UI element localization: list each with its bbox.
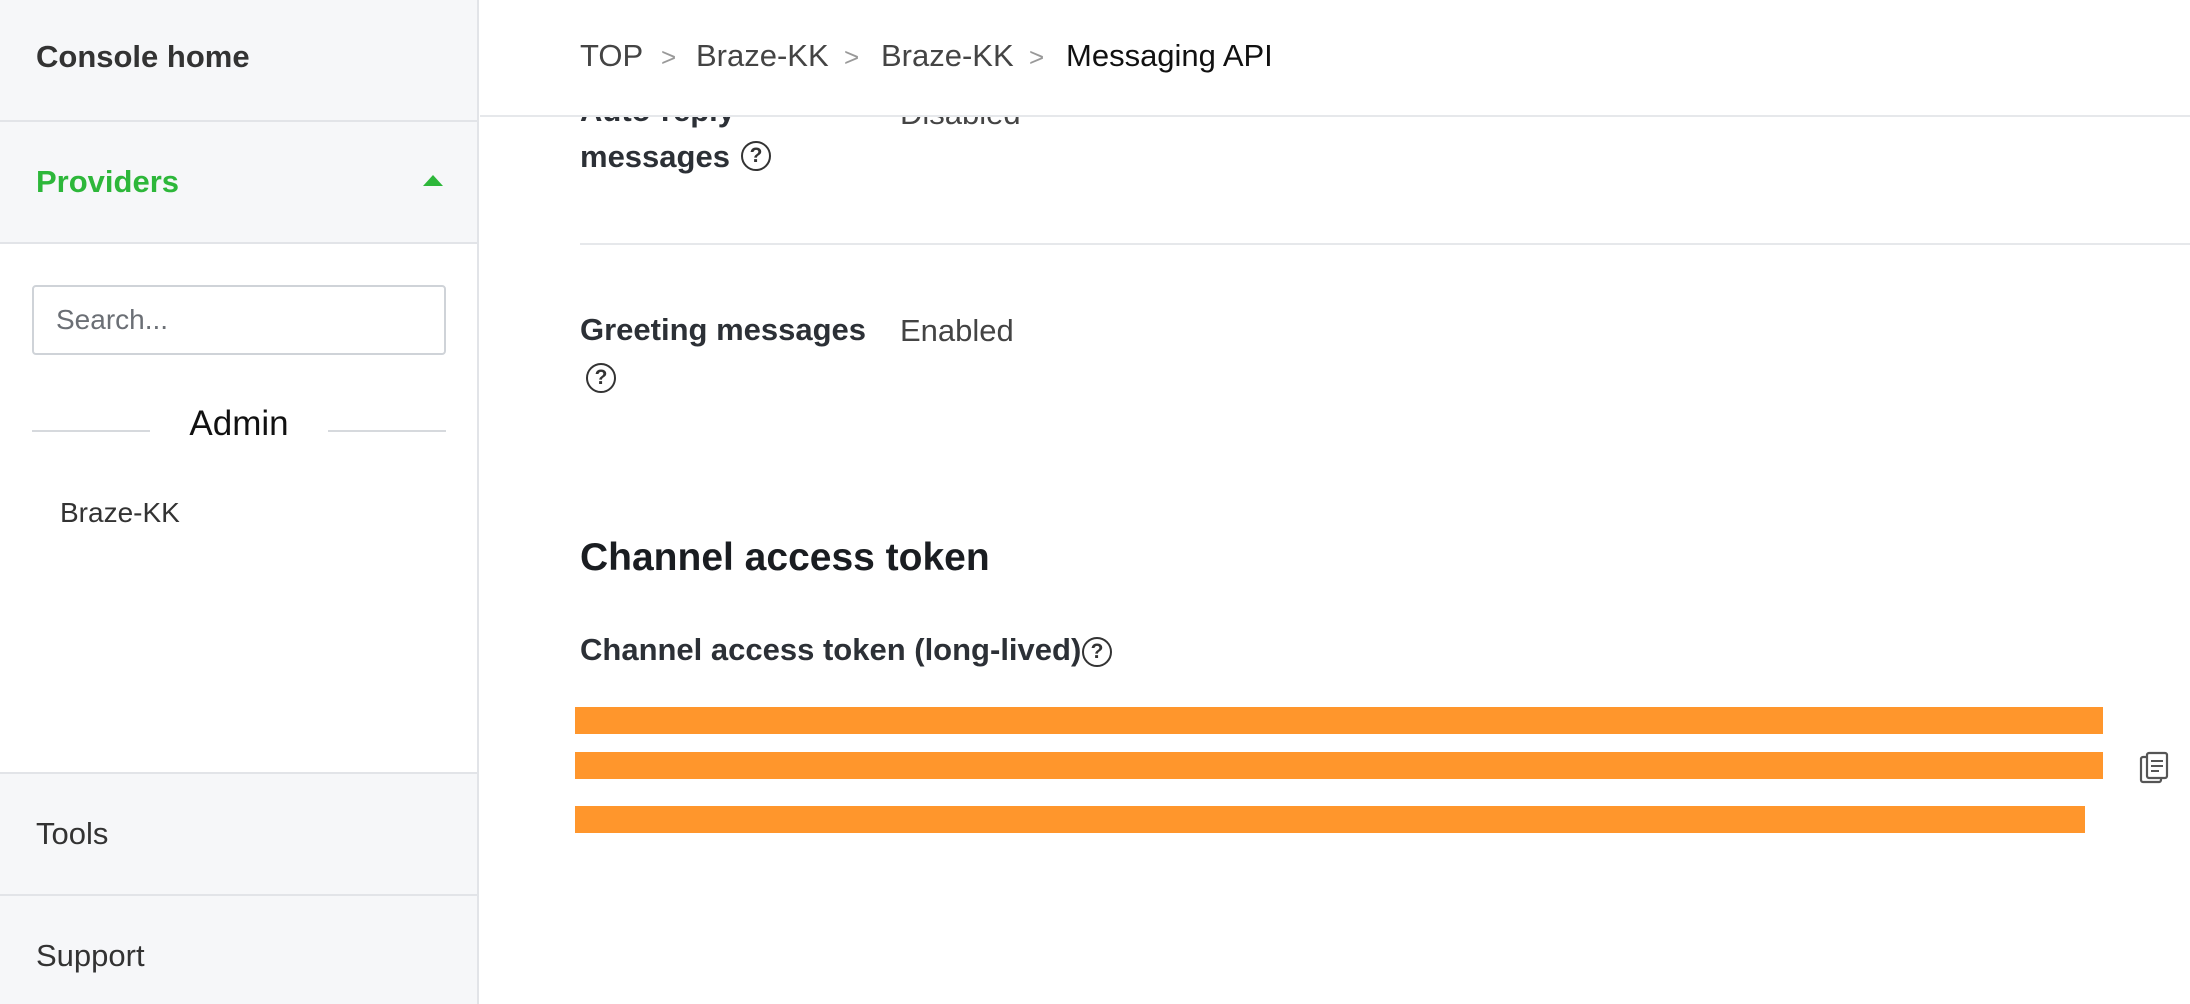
channel-access-token-label: Channel access token (long-lived) (580, 632, 1082, 667)
providers-toggle[interactable]: Providers (0, 122, 477, 244)
breadcrumb-channel[interactable]: Braze-KK (881, 38, 1014, 74)
help-icon[interactable]: ? (741, 141, 771, 171)
redaction-bar (575, 707, 2103, 734)
console-home-link[interactable]: Console home (0, 0, 477, 122)
breadcrumb-current: Messaging API (1066, 38, 1273, 73)
sidebar-item-braze-kk[interactable]: Braze-KK (60, 497, 180, 529)
tools-link[interactable]: Tools (0, 772, 477, 896)
redaction-bar (575, 752, 2103, 779)
help-icon[interactable]: ? (1082, 637, 1112, 667)
chevron-right-icon: > (661, 42, 677, 72)
chevron-right-icon: > (1029, 42, 1045, 72)
providers-label: Providers (36, 164, 180, 199)
greeting-messages-value: Enabled (900, 313, 1014, 348)
main-content: TOP > Braze-KK > Braze-KK > Messaging AP… (480, 0, 2190, 1004)
divider (580, 243, 2190, 245)
support-label: Support (36, 938, 145, 973)
greeting-messages-label: Greeting messages (580, 312, 867, 347)
chevron-up-icon (423, 175, 443, 186)
help-icon[interactable]: ? (586, 363, 616, 393)
sidebar: Console home Providers Admin Braze-KK To… (0, 0, 479, 1004)
provider-search-input[interactable] (32, 285, 446, 355)
auto-reply-label-line2: messages (580, 139, 730, 174)
breadcrumb-top[interactable]: TOP (580, 38, 643, 74)
console-home-label: Console home (36, 39, 250, 74)
support-link[interactable]: Support (0, 894, 477, 1004)
divider (32, 430, 150, 432)
divider (328, 430, 446, 432)
redaction-bar (575, 806, 2085, 833)
copy-icon[interactable] (2139, 751, 2169, 785)
tools-label: Tools (36, 816, 109, 851)
group-label-admin: Admin (189, 404, 289, 443)
breadcrumb: TOP > Braze-KK > Braze-KK > Messaging AP… (480, 0, 2190, 117)
breadcrumb-provider[interactable]: Braze-KK (696, 38, 829, 74)
chevron-right-icon: > (844, 42, 860, 72)
channel-access-token-heading: Channel access token (580, 536, 990, 579)
